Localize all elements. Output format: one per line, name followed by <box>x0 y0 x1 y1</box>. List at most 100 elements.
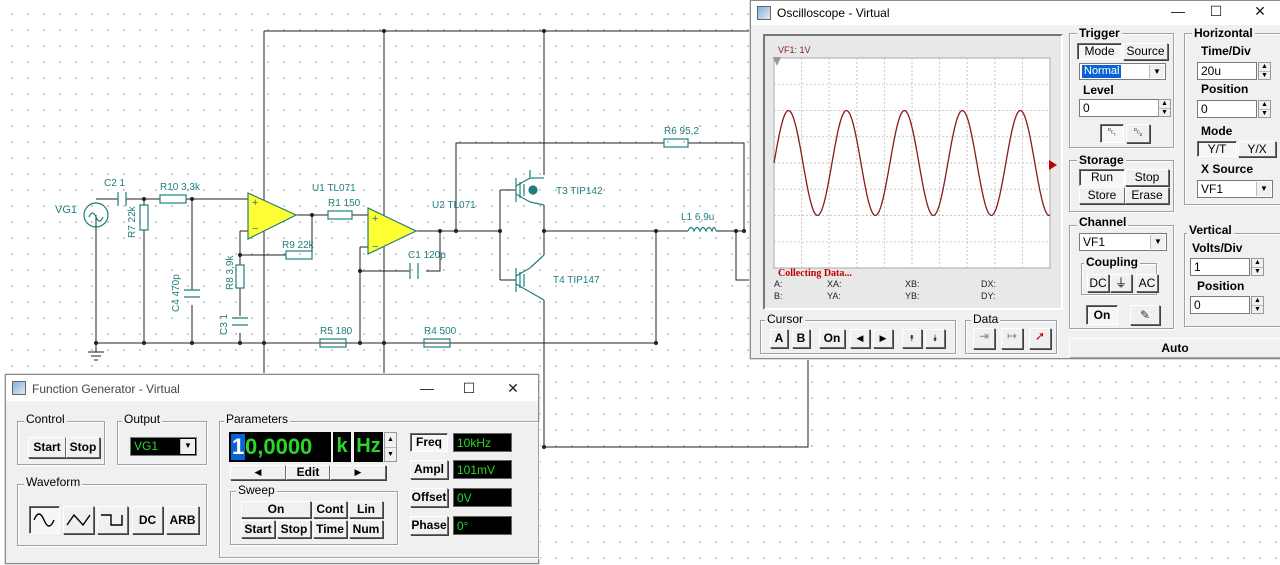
fg-start-button[interactable]: Start <box>28 437 66 458</box>
triangle-wave-icon[interactable] <box>63 506 94 534</box>
rising-edge-icon[interactable]: ␑ <box>1100 124 1124 143</box>
fg-stop-button[interactable]: Stop <box>66 437 100 458</box>
trigger-mode-select[interactable]: Normal ▼ <box>1079 63 1166 80</box>
storage-stop-button[interactable]: Stop <box>1125 169 1169 186</box>
display-spinner[interactable]: ▲ ▼ <box>384 432 397 462</box>
maximize-icon[interactable]: ☐ <box>1201 1 1231 23</box>
cursor-b-button[interactable]: B <box>792 329 810 348</box>
chevron-down-icon[interactable]: ▼ <box>1150 235 1165 249</box>
auto-button[interactable]: Auto <box>1069 338 1280 358</box>
param-ampl-button[interactable]: Ampl <box>410 460 448 479</box>
import-data-icon[interactable]: ⇥ <box>973 328 995 349</box>
cursor-left-icon[interactable]: ◀ <box>230 465 286 480</box>
vertical-title: Vertical <box>1187 223 1234 237</box>
trigger-title: Trigger <box>1077 26 1122 40</box>
cursor-left-button[interactable]: ◀ <box>850 329 870 348</box>
svg-text:−: − <box>372 241 378 253</box>
readout-xb: XB: <box>905 279 920 289</box>
fg-title: Function Generator - Virtual <box>32 382 180 396</box>
close-icon[interactable]: ✕ <box>498 378 528 400</box>
sweep-on-button[interactable]: On <box>241 501 311 518</box>
sweep-cont-button[interactable]: Cont <box>313 501 347 518</box>
data-title: Data <box>971 312 1001 326</box>
sweep-lin-button[interactable]: Lin <box>349 501 383 518</box>
sweep-stop-button[interactable]: Stop <box>277 520 311 538</box>
voltsdiv-input[interactable]: 1 <box>1190 258 1250 276</box>
channel-select[interactable]: VF1 ▼ <box>1079 233 1167 251</box>
maximize-icon[interactable]: ☐ <box>454 378 484 400</box>
close-icon[interactable]: ✕ <box>1245 1 1275 23</box>
mode-yt-button[interactable]: Y/T <box>1197 141 1237 157</box>
chevron-down-icon[interactable]: ▼ <box>1149 65 1164 78</box>
storage-run-button[interactable]: Run <box>1079 169 1125 186</box>
oscilloscope-window[interactable]: Oscilloscope - Virtual — ☐ ✕ VF1: 1V Col… <box>750 0 1280 359</box>
h-position-input[interactable]: 0 <box>1197 100 1257 118</box>
function-generator-window[interactable]: Function Generator - Virtual — ☐ ✕ Contr… <box>5 374 539 564</box>
fg-titlebar[interactable]: Function Generator - Virtual — ☐ ✕ <box>6 375 538 401</box>
param-freq-button[interactable]: Freq <box>410 433 448 452</box>
sweep-start-button[interactable]: Start <box>241 520 275 538</box>
coupling-ground-button[interactable]: ⏚ <box>1110 274 1132 292</box>
param-phase-value[interactable]: 0° <box>453 516 512 535</box>
cursor-down-button[interactable]: ⯯ <box>925 329 945 348</box>
minimize-icon[interactable]: — <box>412 378 442 400</box>
cursor-up-button[interactable]: ⯭ <box>902 329 922 348</box>
minimize-icon[interactable]: — <box>1163 1 1193 23</box>
xsource-select[interactable]: VF1 ▼ <box>1197 180 1273 198</box>
svg-text:+: + <box>372 213 378 225</box>
oscilloscope-app-icon <box>757 6 771 20</box>
timediv-spinner[interactable]: ▲ ▼ <box>1258 62 1271 80</box>
mode-yx-button[interactable]: Y/X <box>1238 141 1276 157</box>
falling-edge-icon[interactable]: ␒ <box>1126 124 1150 143</box>
label-u1: U1 TL071 <box>312 183 356 194</box>
trigger-source-button[interactable]: Source <box>1123 43 1168 60</box>
trigger-level-marker[interactable] <box>1049 160 1057 170</box>
coupling-dc-button[interactable]: DC <box>1087 274 1109 292</box>
graph-icon[interactable]: ➚ <box>1029 328 1051 349</box>
param-phase-button[interactable]: Phase <box>410 516 448 535</box>
channel-value: VF1 <box>1083 235 1106 249</box>
h-position-spinner[interactable]: ▲ ▼ <box>1258 100 1271 118</box>
display-prefix: k <box>333 432 351 462</box>
trigger-level-spinner[interactable]: ▲ ▼ <box>1158 99 1171 117</box>
label-r4: R4 500 <box>424 326 457 337</box>
h-position-label: Position <box>1201 82 1249 96</box>
param-offset-value[interactable]: 0V <box>453 488 512 507</box>
chevron-down-icon[interactable]: ▼ <box>180 439 195 454</box>
voltsdiv-spinner[interactable]: ▲ ▼ <box>1251 258 1264 276</box>
cursor-right-icon[interactable]: ▶ <box>330 465 386 480</box>
v-position-spinner[interactable]: ▲ ▼ <box>1251 296 1264 314</box>
chevron-down-icon[interactable]: ▼ <box>1256 182 1271 196</box>
fg-display[interactable]: 1 0,0000 <box>229 432 331 462</box>
param-freq-value[interactable]: 10kHz <box>453 433 512 452</box>
timediv-input[interactable]: 20u <box>1197 62 1257 80</box>
coupling-ac-button[interactable]: AC <box>1136 274 1158 292</box>
coupling-title: Coupling <box>1084 255 1140 269</box>
square-wave-icon[interactable] <box>97 506 128 534</box>
trigger-level-input[interactable]: 0 <box>1079 99 1159 117</box>
output-select[interactable]: VG1 ▼ <box>130 437 197 456</box>
storage-erase-button[interactable]: Erase <box>1125 187 1169 204</box>
arb-wave-button[interactable]: ARB <box>166 506 199 534</box>
pen-icon[interactable]: ✎ <box>1130 305 1160 325</box>
waveform-title: Waveform <box>24 475 83 489</box>
label-c4: C4 470p <box>171 274 182 312</box>
sweep-time-button[interactable]: Time <box>313 520 347 538</box>
sine-wave-icon[interactable] <box>29 506 60 534</box>
voltsdiv-label: Volts/Div <box>1192 241 1243 255</box>
oscilloscope-titlebar[interactable]: Oscilloscope - Virtual — ☐ ✕ <box>751 1 1280 25</box>
v-position-input[interactable]: 0 <box>1190 296 1250 314</box>
export-data-icon[interactable]: ↦ <box>1001 328 1023 349</box>
cursor-a-button[interactable]: A <box>770 329 788 348</box>
param-offset-button[interactable]: Offset <box>410 488 448 507</box>
cursor-on-button[interactable]: On <box>819 329 845 348</box>
label-l1: L1 6,9u <box>681 212 714 223</box>
cursor-right-button[interactable]: ▶ <box>873 329 893 348</box>
edit-button[interactable]: Edit <box>286 465 330 480</box>
storage-store-button[interactable]: Store <box>1079 187 1125 204</box>
trigger-mode-button[interactable]: Mode <box>1077 43 1122 60</box>
sweep-num-button[interactable]: Num <box>349 520 383 538</box>
param-ampl-value[interactable]: 101mV <box>453 460 512 479</box>
dc-wave-button[interactable]: DC <box>132 506 163 534</box>
channel-on-button[interactable]: On <box>1086 305 1118 325</box>
